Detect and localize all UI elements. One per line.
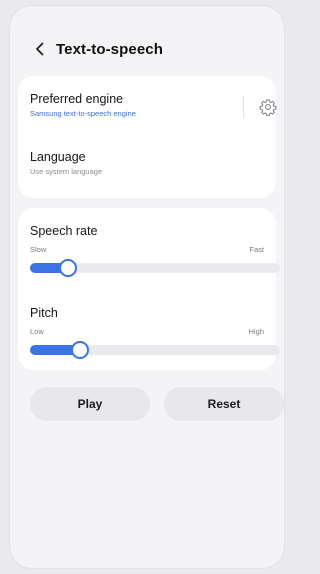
play-button[interactable]: Play (30, 387, 150, 421)
gear-icon (259, 99, 277, 116)
pitch-section: Pitch Low High (30, 306, 280, 359)
speech-rate-max-label: Fast (249, 245, 264, 254)
speech-rate-title: Speech rate (30, 224, 98, 238)
pitch-slider-thumb[interactable] (71, 341, 89, 359)
engine-settings-button[interactable] (258, 97, 278, 117)
speech-rate-slider[interactable] (30, 259, 280, 277)
speech-rate-slider-thumb[interactable] (59, 259, 77, 277)
chevron-left-icon (35, 42, 43, 56)
pitch-min-label: Low (30, 327, 44, 336)
preferred-engine-title: Preferred engine (30, 92, 124, 106)
pitch-max-label: High (248, 327, 264, 336)
language-title: Language (30, 150, 86, 164)
pitch-slider[interactable] (30, 341, 280, 359)
rate-pitch-card: Speech rate Slow Fast Pitch Low High (18, 208, 280, 370)
reset-button[interactable]: Reset (164, 387, 284, 421)
screen: Text-to-speech Preferred engine Samsung … (10, 6, 284, 568)
language-value: Use system language (30, 167, 103, 176)
preferred-engine-item[interactable]: Preferred engine Samsung text-to-speech … (30, 92, 264, 118)
page-title: Text-to-speech (56, 40, 163, 58)
back-button[interactable] (32, 39, 46, 59)
app-bar: Text-to-speech (10, 34, 284, 64)
vertical-divider (243, 96, 244, 118)
speech-rate-range-labels: Slow Fast (30, 245, 264, 254)
pitch-range-labels: Low High (30, 327, 264, 336)
preferred-engine-value: Samsung text-to-speech engine (30, 109, 136, 118)
speech-rate-section: Speech rate Slow Fast (30, 224, 280, 277)
engine-language-card: Preferred engine Samsung text-to-speech … (18, 76, 278, 198)
speech-rate-min-label: Slow (30, 245, 47, 254)
language-item[interactable]: Language Use system language (30, 150, 264, 176)
pitch-title: Pitch (30, 306, 58, 320)
